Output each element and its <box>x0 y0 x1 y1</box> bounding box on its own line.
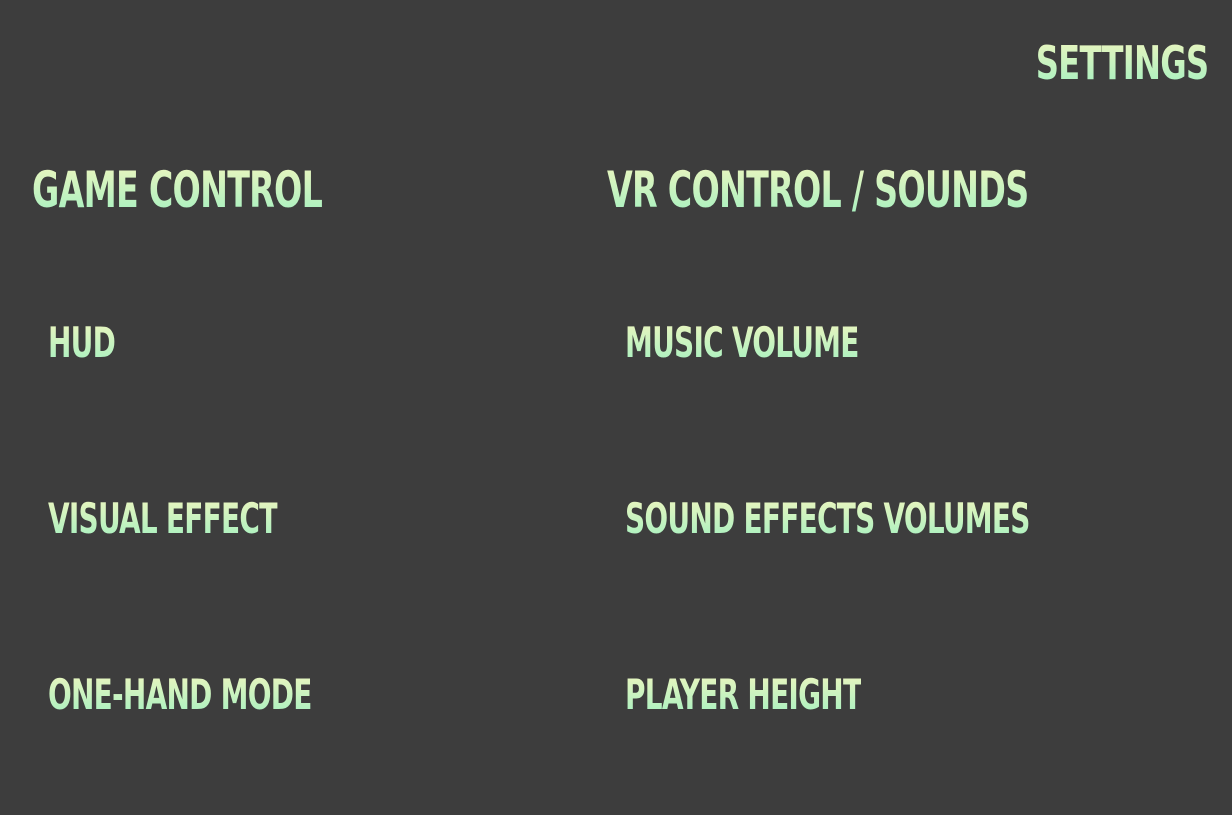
sound-effects-volumes-option[interactable]: SOUND EFFECTS VOLUMES <box>625 493 1030 545</box>
hud-option[interactable]: HUD <box>48 317 116 369</box>
settings-title: SETTINGS <box>1035 36 1208 90</box>
visual-effect-option[interactable]: VISUAL EFFECT <box>48 493 278 545</box>
music-volume-option[interactable]: MUSIC VOLUME <box>625 317 859 369</box>
vr-control-sounds-heading: VR CONTROL / SOUNDS <box>607 161 1029 219</box>
one-hand-mode-option[interactable]: ONE-HAND MODE <box>48 669 312 721</box>
game-control-heading: GAME CONTROL <box>32 161 323 219</box>
player-height-option[interactable]: PLAYER HEIGHT <box>625 669 862 721</box>
